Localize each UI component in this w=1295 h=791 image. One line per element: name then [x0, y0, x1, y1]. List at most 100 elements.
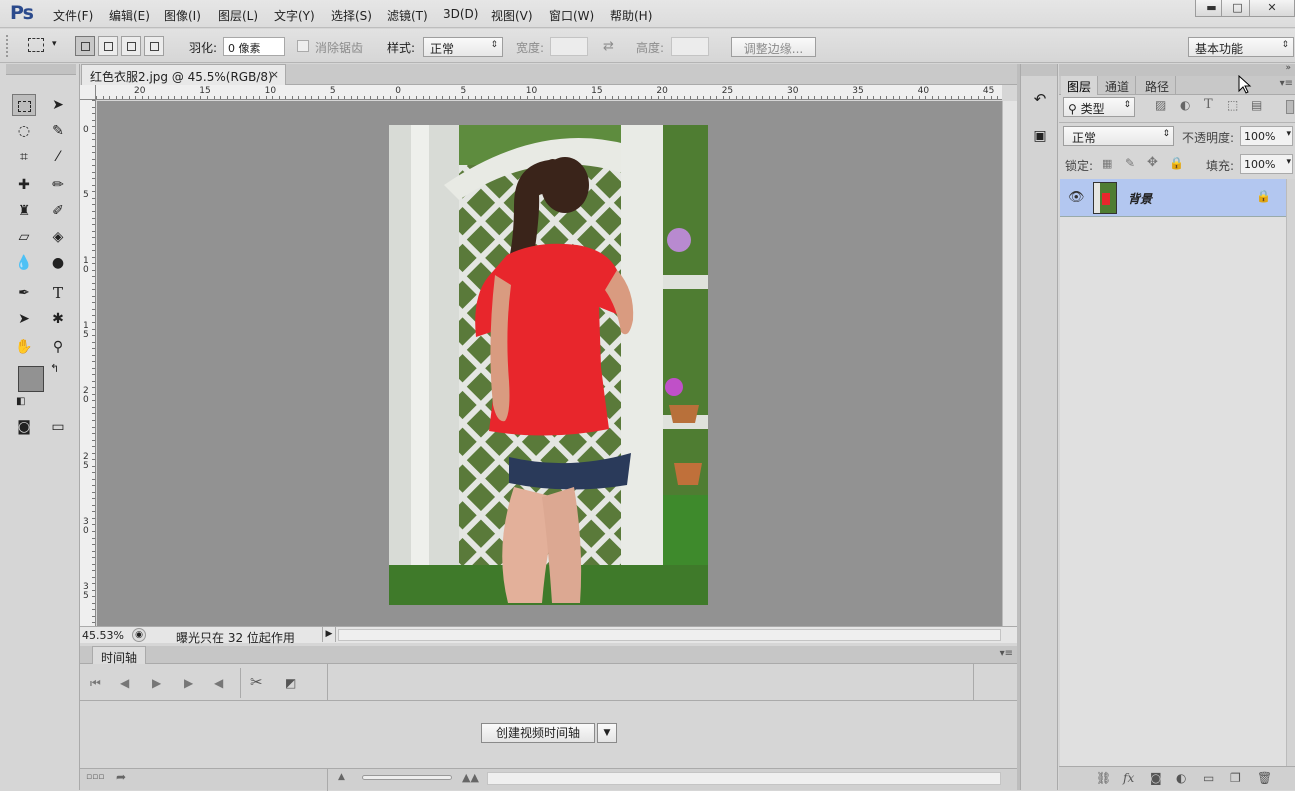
- close-tab-icon[interactable]: ×: [270, 68, 279, 81]
- collapse-icon[interactable]: »: [1285, 63, 1291, 73]
- default-colors-icon[interactable]: ◧: [16, 396, 25, 407]
- properties-icon[interactable]: ▣: [1030, 128, 1050, 150]
- play-icon[interactable]: ▶: [152, 676, 161, 690]
- layer-filter-select[interactable]: ⚲ 类型 ⇕: [1063, 97, 1135, 117]
- ruler-origin[interactable]: [80, 85, 96, 100]
- timeline-type-dropdown[interactable]: ▼: [597, 723, 617, 743]
- screen-mode-icon[interactable]: ▭: [46, 416, 70, 438]
- preset-dropdown-icon[interactable]: ▾: [52, 39, 57, 49]
- history-brush-icon[interactable]: ✐: [46, 200, 70, 222]
- lock-pixels-icon[interactable]: ✎: [1125, 156, 1135, 170]
- eye-visibility-icon[interactable]: 👁: [1068, 190, 1085, 205]
- dodge-icon[interactable]: ●: [46, 252, 70, 274]
- lock-all-icon[interactable]: 🔒: [1169, 156, 1184, 170]
- custom-shape-icon[interactable]: ✱: [46, 308, 70, 330]
- opacity-input[interactable]: 100% ▾: [1240, 126, 1293, 146]
- menu-3d[interactable]: 3D(D): [443, 7, 478, 21]
- brush-icon[interactable]: ✏: [46, 174, 70, 196]
- menu-edit[interactable]: 编辑(E): [109, 7, 150, 24]
- link-layers-icon[interactable]: ⛓: [1096, 771, 1111, 785]
- tab-timeline[interactable]: 时间轴: [92, 646, 147, 665]
- panel-menu-icon[interactable]: ▾≡: [1280, 78, 1293, 89]
- canvas-vscrollbar[interactable]: [1002, 101, 1017, 626]
- filter-type-icon[interactable]: T: [1204, 97, 1213, 112]
- menu-image[interactable]: 图像(I): [164, 7, 201, 24]
- clone-stamp-icon[interactable]: ♜: [12, 200, 36, 222]
- filter-adjust-icon[interactable]: ◐: [1180, 98, 1190, 112]
- antialias-checkbox[interactable]: [297, 40, 309, 52]
- history-icon[interactable]: ↶: [1030, 90, 1050, 112]
- next-frame-icon[interactable]: ▶: [184, 676, 193, 690]
- add-selection-button[interactable]: [98, 36, 118, 56]
- zoom-out-mountain-icon[interactable]: ▲: [338, 772, 345, 782]
- zoom-level[interactable]: 45.53%: [82, 629, 124, 642]
- lasso-icon[interactable]: ◌: [12, 120, 36, 142]
- menu-filter[interactable]: 滤镜(T): [387, 7, 428, 24]
- feather-input[interactable]: 0 像素: [223, 37, 285, 56]
- audio-icon[interactable]: ◀: [214, 676, 223, 690]
- close-window-button[interactable]: ✕: [1249, 0, 1295, 17]
- blur-icon[interactable]: 💧: [12, 252, 36, 274]
- eraser-icon[interactable]: ▱: [12, 226, 36, 248]
- panel-menu-icon[interactable]: ▾≡: [1000, 648, 1013, 659]
- delete-layer-icon[interactable]: 🗑: [1257, 771, 1272, 785]
- rect-marquee-icon[interactable]: [12, 94, 36, 116]
- height-input[interactable]: [671, 37, 709, 56]
- filter-toggle[interactable]: [1286, 100, 1294, 114]
- new-selection-button[interactable]: [75, 36, 95, 56]
- intersect-selection-button[interactable]: [144, 36, 164, 56]
- canvas-hscrollbar[interactable]: [338, 629, 1001, 641]
- path-select-icon[interactable]: ➤: [12, 308, 36, 330]
- tab-layers[interactable]: 图层: [1061, 76, 1099, 95]
- paint-bucket-icon[interactable]: ◈: [46, 226, 70, 248]
- document-tab[interactable]: 红色衣服2.jpg @ 45.5%(RGB/8) ×: [81, 64, 286, 85]
- style-select[interactable]: 正常 ⇕: [423, 37, 503, 57]
- healing-brush-icon[interactable]: ✚: [12, 174, 36, 196]
- create-video-timeline-button[interactable]: 创建视频时间轴: [481, 723, 595, 743]
- blend-mode-select[interactable]: 正常 ⇕: [1063, 126, 1174, 146]
- timeline-hscrollbar[interactable]: [487, 772, 1001, 785]
- transition-icon[interactable]: ◩: [285, 676, 296, 690]
- first-frame-icon[interactable]: ⏮: [90, 676, 101, 691]
- tab-channels[interactable]: 通道: [1099, 76, 1137, 95]
- menu-help[interactable]: 帮助(H): [610, 7, 652, 24]
- layers-list-empty-area[interactable]: [1060, 217, 1286, 766]
- layers-vscrollbar[interactable]: [1286, 179, 1295, 766]
- new-group-icon[interactable]: ▭: [1203, 771, 1214, 785]
- scissors-icon[interactable]: ✂: [250, 673, 263, 691]
- lock-transparent-icon[interactable]: ▦: [1102, 157, 1112, 170]
- filter-pixel-icon[interactable]: ▨: [1155, 98, 1166, 112]
- canvas-area[interactable]: [97, 101, 1002, 626]
- new-layer-icon[interactable]: ❐: [1230, 771, 1241, 785]
- menu-select[interactable]: 选择(S): [331, 7, 372, 24]
- pen-icon[interactable]: ✒: [12, 282, 36, 304]
- menu-layer[interactable]: 图层(L): [218, 7, 258, 24]
- menu-type[interactable]: 文字(Y): [274, 7, 315, 24]
- type-tool-icon[interactable]: T: [46, 282, 70, 304]
- lock-position-icon[interactable]: ✥: [1147, 155, 1158, 170]
- layer-row-background[interactable]: 👁 背景 🔒: [1060, 179, 1286, 217]
- timeline-zoom-slider[interactable]: [362, 775, 452, 780]
- refine-edge-button[interactable]: 调整边缘...: [731, 37, 816, 57]
- subtract-selection-button[interactable]: [121, 36, 141, 56]
- zoom-in-mountain-icon[interactable]: ▲▲: [462, 771, 479, 784]
- hand-icon[interactable]: ✋: [12, 336, 36, 358]
- filter-smart-icon[interactable]: ▤: [1251, 98, 1262, 112]
- marquee-preset-icon[interactable]: [28, 38, 44, 52]
- foreground-color-swatch[interactable]: [18, 366, 44, 392]
- workspace-select[interactable]: 基本功能 ⇕: [1188, 37, 1294, 57]
- crop-icon[interactable]: ⌗: [12, 146, 36, 168]
- quick-select-icon[interactable]: ✎: [46, 120, 70, 142]
- document-photo[interactable]: [389, 125, 708, 605]
- add-mask-icon[interactable]: ◙: [1150, 771, 1162, 785]
- fx-icon[interactable]: fx: [1123, 771, 1134, 785]
- width-input[interactable]: [550, 37, 588, 56]
- prev-frame-icon[interactable]: ◀: [120, 676, 129, 690]
- menu-window[interactable]: 窗口(W): [549, 7, 594, 24]
- render-icon[interactable]: ➦: [116, 770, 126, 784]
- adjustment-layer-icon[interactable]: ◐: [1176, 771, 1186, 785]
- fill-input[interactable]: 100% ▾: [1240, 154, 1293, 174]
- eyedropper-icon[interactable]: ⁄: [46, 146, 70, 168]
- status-menu-icon[interactable]: ▶: [322, 627, 336, 642]
- zoom-icon[interactable]: ⚲: [46, 336, 70, 358]
